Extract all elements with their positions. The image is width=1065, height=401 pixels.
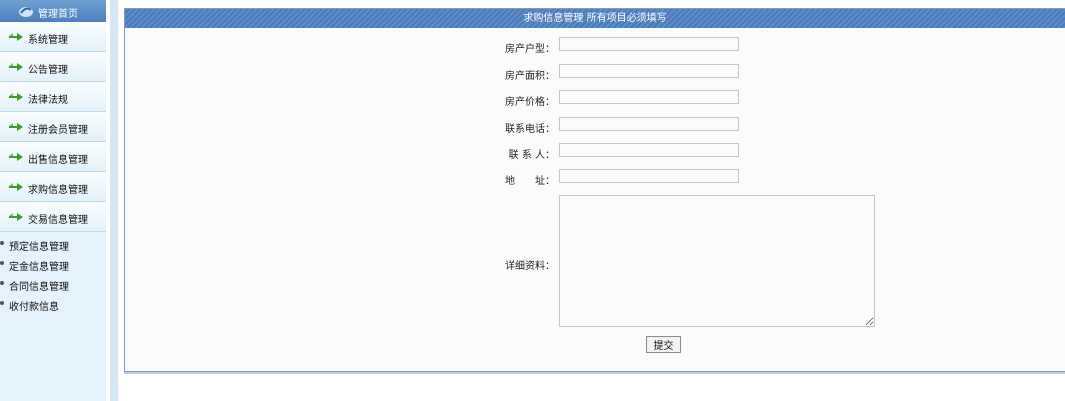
bullet-icon [0, 241, 4, 245]
sidebar-item-label: 法律法规 [28, 95, 68, 106]
house-area-label: 房产面积： [505, 71, 555, 82]
house-type-row: 房产户型： [125, 37, 555, 55]
submenu-item-label: 预定信息管理 [9, 242, 69, 253]
green-arrow-icon [8, 182, 24, 195]
bullet-icon [0, 301, 4, 305]
details-textarea[interactable] [559, 195, 875, 327]
house-type-label: 房产户型： [505, 44, 555, 55]
sidebar-submenu: 预定信息管理 定金信息管理 合同信息管理 收付款信息 [0, 232, 106, 314]
green-arrow-icon [8, 122, 24, 135]
sidebar-item-label: 交易信息管理 [28, 215, 88, 226]
bullet-icon [0, 281, 4, 285]
submenu-item-label: 收付款信息 [9, 302, 59, 313]
main-bottom-border [124, 372, 1065, 374]
sidebar-item-purchase-info[interactable]: 求购信息管理 [0, 172, 106, 202]
sidebar-item-sale-info[interactable]: 出售信息管理 [0, 142, 106, 172]
house-type-input[interactable] [559, 37, 739, 51]
sidebar-header-label: 管理首页 [38, 9, 78, 20]
address-label: 地 址： [505, 176, 555, 187]
contact-row: 联 系 人： [125, 143, 555, 161]
sidebar-item-label: 公告管理 [28, 65, 68, 76]
house-price-row: 房产价格： [125, 90, 555, 108]
sidebar-item-label: 系统管理 [28, 35, 68, 46]
details-row: 详细资料： [125, 254, 555, 272]
green-arrow-icon [8, 92, 24, 105]
house-price-input[interactable] [559, 90, 739, 104]
subitem-contract[interactable]: 合同信息管理 [0, 274, 106, 294]
sidebar-item-label: 注册会员管理 [28, 125, 88, 136]
home-icon [18, 4, 34, 21]
page-title: 求购信息管理 所有项目必须填写 [125, 9, 1065, 28]
house-price-label: 房产价格： [505, 97, 555, 108]
contact-input[interactable] [559, 143, 739, 157]
sidebar-collapse-strip[interactable] [110, 0, 118, 401]
house-area-row: 房产面积： [125, 64, 555, 82]
phone-input[interactable] [559, 117, 739, 131]
address-input[interactable] [559, 169, 739, 183]
address-row: 地 址： [125, 169, 555, 187]
sidebar-item-members[interactable]: 注册会员管理 [0, 112, 106, 142]
sidebar-item-laws[interactable]: 法律法规 [0, 82, 106, 112]
subitem-deposit[interactable]: 定金信息管理 [0, 254, 106, 274]
sidebar-item-trade-info[interactable]: 交易信息管理 [0, 202, 106, 232]
green-arrow-icon [8, 152, 24, 165]
sidebar-header[interactable]: 管理首页 [0, 0, 106, 22]
submit-button[interactable]: 提交 [646, 336, 681, 353]
phone-row: 联系电话： [125, 117, 555, 135]
green-arrow-icon [8, 62, 24, 75]
sidebar-item-notice[interactable]: 公告管理 [0, 52, 106, 82]
sidebar-item-label: 求购信息管理 [28, 185, 88, 196]
subitem-payment[interactable]: 收付款信息 [0, 294, 106, 314]
green-arrow-icon [8, 212, 24, 225]
submenu-item-label: 定金信息管理 [9, 262, 69, 273]
submenu-item-label: 合同信息管理 [9, 282, 69, 293]
details-label: 详细资料： [505, 261, 555, 272]
green-arrow-icon [8, 32, 24, 45]
sidebar-item-system[interactable]: 系统管理 [0, 22, 106, 52]
sidebar-item-label: 出售信息管理 [28, 155, 88, 166]
contact-label: 联 系 人： [508, 150, 555, 161]
house-area-input[interactable] [559, 64, 739, 78]
sidebar: 管理首页 系统管理公告管理法律法规注册会员管理 出售信息管理 求购信息管理 交易信息管… [0, 0, 106, 401]
main-panel: 求购信息管理 所有项目必须填写 房产户型： 房产面积： 房产价格： 联系电话： … [124, 8, 1065, 372]
sidebar-menu: 系统管理公告管理法律法规注册会员管理 出售信息管理 求购信息管理 交易信息管理 [0, 22, 106, 232]
phone-label: 联系电话： [505, 124, 555, 135]
bullet-icon [0, 261, 4, 265]
subitem-reservation[interactable]: 预定信息管理 [0, 234, 106, 254]
